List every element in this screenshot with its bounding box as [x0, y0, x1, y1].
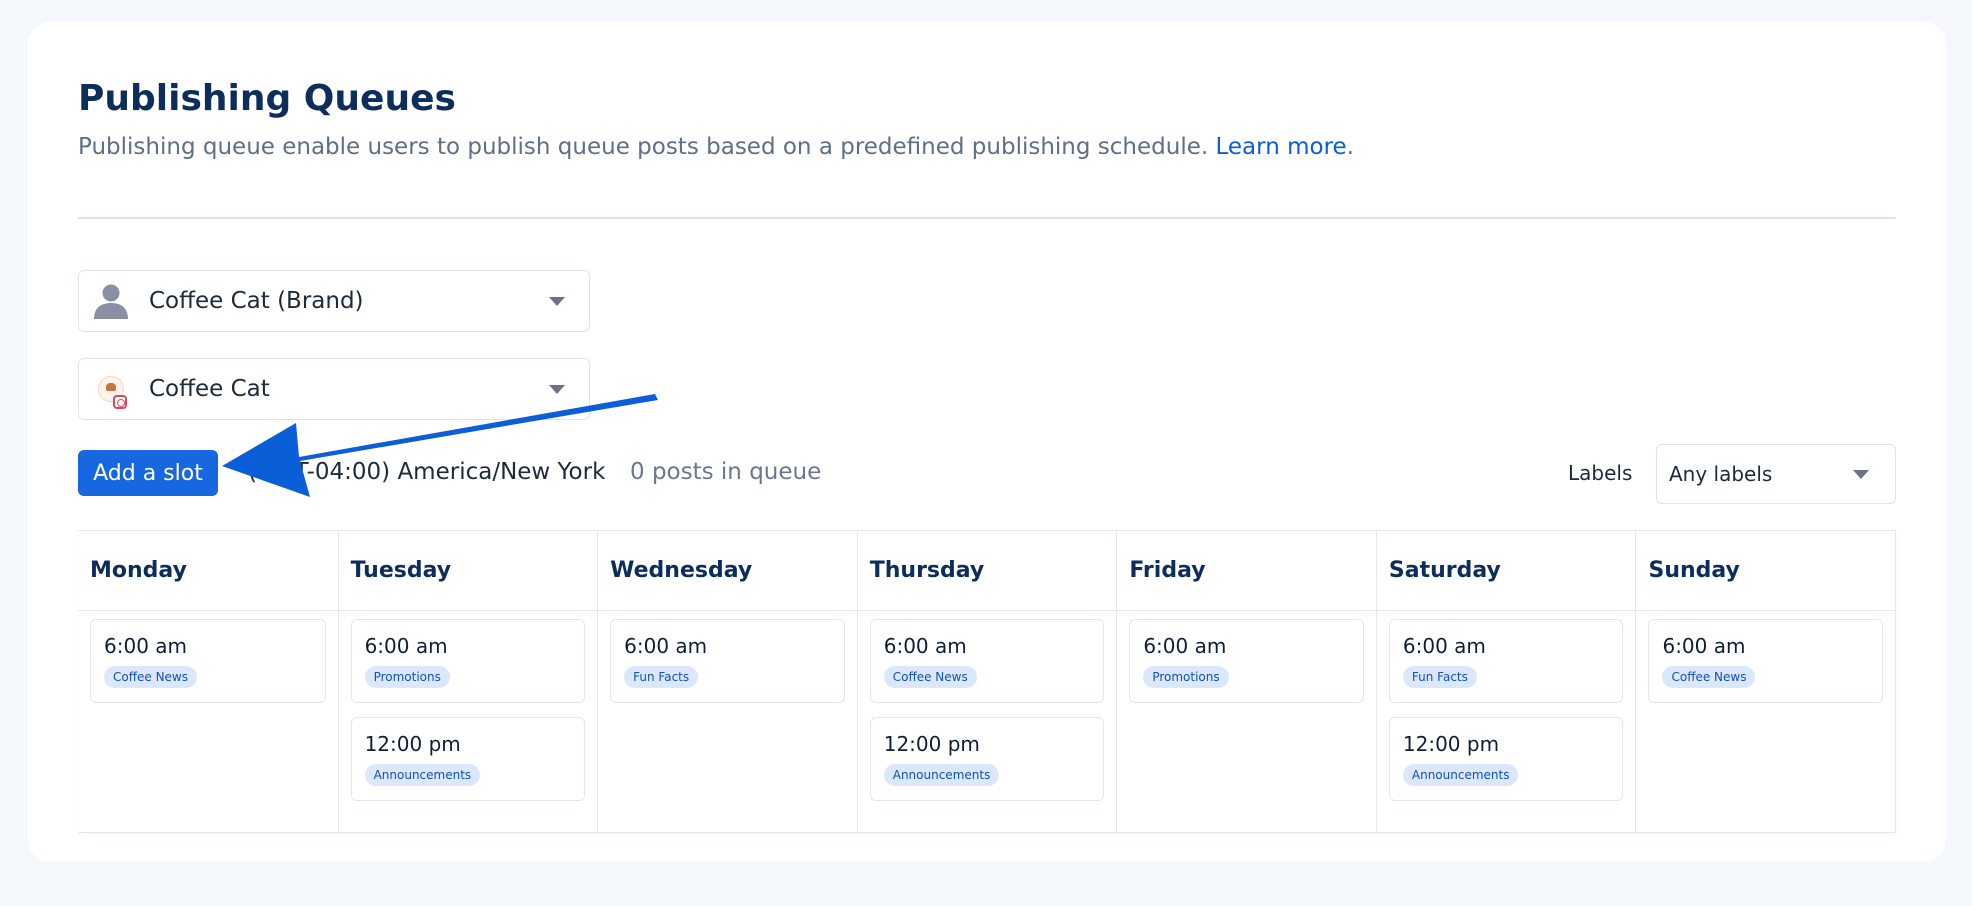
day-header: Tuesday	[338, 531, 598, 611]
slot-label-badge: Fun Facts	[624, 666, 699, 688]
slot-time: 6:00 am	[1662, 634, 1746, 658]
day-header: Thursday	[857, 531, 1117, 611]
chevron-down-icon	[549, 385, 565, 394]
queue-slot[interactable]: 6:00 am Promotions	[1129, 619, 1364, 703]
publishing-queues-card: Publishing Queues Publishing queue enabl…	[28, 22, 1946, 862]
account-select-value: Coffee Cat	[149, 376, 270, 402]
slot-time: 6:00 am	[883, 634, 967, 658]
slot-time: 6:00 am	[364, 634, 448, 658]
slot-label-badge: Announcements	[364, 764, 481, 786]
day-column-thursday: Thursday 6:00 am Coffee News 12:00 pm Announ…	[856, 531, 1117, 832]
queue-slot[interactable]: 6:00 am Fun Facts	[1388, 619, 1624, 703]
header-divider	[78, 217, 1896, 219]
queue-slot[interactable]: 12:00 pm Announcements	[350, 717, 586, 801]
page-description: Publishing queue enable users to publish…	[78, 134, 1354, 160]
slot-label-badge: Announcements	[1402, 764, 1519, 786]
timezone-label: (GMT-04:00) America/New York	[248, 459, 606, 485]
add-slot-button[interactable]: Add a slot	[78, 450, 218, 496]
day-column-friday: Friday 6:00 am Promotions	[1116, 531, 1376, 832]
day-column-wednesday: Wednesday 6:00 am Fun Facts	[597, 531, 857, 832]
account-select[interactable]: Coffee Cat	[78, 358, 590, 420]
description-period: .	[1346, 134, 1354, 160]
weekly-schedule-grid: Monday 6:00 am Coffee News Tuesday 6:00 am Pr…	[78, 530, 1896, 833]
learn-more-link[interactable]: Learn more	[1216, 134, 1347, 160]
slot-label-badge: Coffee News	[104, 666, 197, 688]
labels-caption: Labels	[1568, 461, 1633, 485]
chevron-down-icon	[549, 297, 565, 306]
day-column-monday: Monday 6:00 am Coffee News	[78, 531, 338, 832]
slot-time: 12:00 pm	[364, 732, 461, 756]
page-title: Publishing Queues	[78, 78, 456, 119]
queue-slot[interactable]: 6:00 am Fun Facts	[610, 619, 845, 703]
queue-slot[interactable]: 6:00 am Coffee News	[90, 619, 326, 703]
queue-slot[interactable]: 6:00 am Coffee News	[869, 619, 1105, 703]
slot-time: 12:00 pm	[883, 732, 980, 756]
slot-label-badge: Fun Facts	[1402, 666, 1477, 688]
brand-select-value: Coffee Cat (Brand)	[149, 288, 364, 314]
day-header: Saturday	[1376, 531, 1636, 611]
queue-slot[interactable]: 6:00 am Coffee News	[1648, 619, 1884, 703]
slot-label-badge: Announcements	[883, 764, 1000, 786]
labels-filter-select[interactable]: Any labels	[1656, 444, 1896, 504]
day-header: Friday	[1117, 531, 1376, 611]
slot-label-badge: Promotions	[1143, 666, 1229, 688]
queue-count: 0 posts in queue	[630, 459, 822, 485]
queue-slot[interactable]: 6:00 am Promotions	[350, 619, 586, 703]
description-text: Publishing queue enable users to publish…	[78, 134, 1209, 160]
instagram-icon	[113, 395, 127, 409]
slot-time: 6:00 am	[104, 634, 188, 658]
brand-select[interactable]: Coffee Cat (Brand)	[78, 270, 590, 332]
day-column-saturday: Saturday 6:00 am Fun Facts 12:00 pm Announce…	[1375, 531, 1636, 832]
slot-label-badge: Promotions	[364, 666, 450, 688]
slot-time: 12:00 pm	[1402, 732, 1500, 756]
day-header: Monday	[78, 531, 338, 611]
slot-label-badge: Coffee News	[1662, 666, 1756, 688]
day-column-tuesday: Tuesday 6:00 am Promotions 12:00 pm Announce…	[337, 531, 598, 832]
day-column-sunday: Sunday 6:00 am Coffee News	[1635, 531, 1896, 832]
account-avatar	[91, 369, 131, 409]
slot-time: 6:00 am	[1143, 634, 1227, 658]
labels-filter-value: Any labels	[1669, 462, 1773, 486]
slot-label-badge: Coffee News	[883, 666, 977, 688]
slot-time: 6:00 am	[1402, 634, 1486, 658]
user-icon	[91, 281, 131, 321]
day-header: Sunday	[1636, 531, 1896, 611]
chevron-down-icon	[1853, 470, 1869, 479]
queue-slot[interactable]: 12:00 pm Announcements	[1388, 717, 1624, 801]
queue-slot[interactable]: 12:00 pm Announcements	[869, 717, 1105, 801]
slot-time: 6:00 am	[624, 634, 708, 658]
day-header: Wednesday	[598, 531, 857, 611]
